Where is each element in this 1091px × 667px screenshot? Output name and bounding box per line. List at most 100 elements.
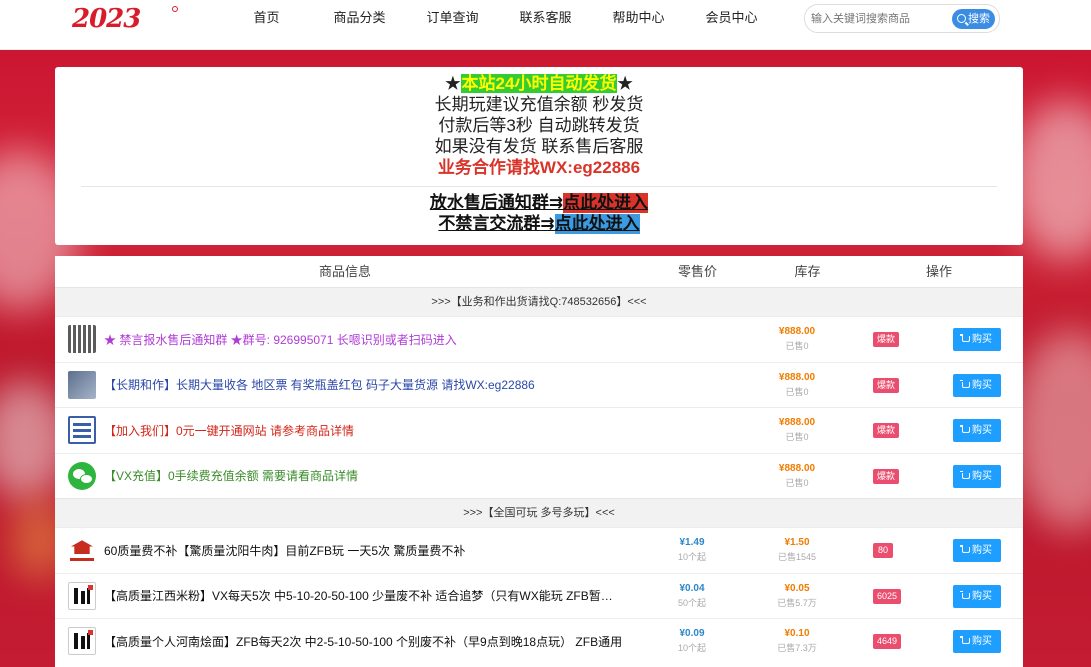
- nav-help-center[interactable]: 帮助中心: [592, 0, 685, 36]
- min-quantity: 10个起: [677, 643, 706, 653]
- min-quantity: 10个起: [677, 552, 706, 562]
- table-row: ★ 禁言报水售后通知群 ★群号: 926995071 长嗯识别或者扫码进入 ¥8…: [55, 316, 1023, 362]
- table-row: 【VX充值】0手续费充值余额 需要请看商品详情 ¥888.00 已售0 爆款 购买: [55, 452, 1023, 499]
- search-button[interactable]: 搜索: [952, 9, 995, 29]
- product-price: ¥888.00 已售0: [755, 462, 839, 490]
- buy-button[interactable]: 购买: [953, 539, 1001, 562]
- unit-price-value: ¥0.04: [679, 582, 705, 594]
- product-price: ¥888.00 已售0: [755, 325, 839, 353]
- cart-icon: [960, 545, 970, 553]
- table-row: 60质量费不补【驚质量沈阳牛肉】目前ZFB玩 一天5次 驚质量费不补 ¥1.49…: [55, 527, 1023, 573]
- section-business: >>>【业务和作出货请找Q:748532656】<<<: [55, 287, 1023, 316]
- unit-price-value: ¥0.09: [679, 628, 705, 639]
- cart-icon: [960, 470, 970, 479]
- search-icon: [957, 14, 966, 23]
- sold-count: 已售1545: [777, 552, 817, 562]
- unit-price: ¥0.04 50个起: [667, 582, 717, 610]
- stock-badge: 6025: [873, 588, 902, 604]
- product-title[interactable]: 60质量费不补【驚质量沈阳牛肉】目前ZFB玩 一天5次 驚质量费不补: [104, 542, 624, 559]
- search-box: 搜索: [804, 4, 1000, 33]
- table-row: 【长期和作】长期大量收各 地区票 有奖瓶盖红包 码子大量货源 请找WX:eg22…: [55, 361, 1023, 408]
- buy-button[interactable]: 购买: [953, 464, 1001, 488]
- nav-categories[interactable]: 商品分类: [313, 0, 406, 36]
- stock-badge: 爆款: [873, 377, 900, 393]
- qrcode-icon: [68, 325, 96, 354]
- unit-price-value: ¥1.49: [679, 537, 705, 548]
- table-row: 【高质量江西米粉】VX每天5次 中5-10-20-50-100 少量废不补 适合…: [55, 572, 1023, 619]
- notice-line-contact: 如果没有发货 联系售后客服: [434, 137, 644, 156]
- buy-label: 购买: [972, 590, 992, 602]
- nav-home[interactable]: 首页: [220, 0, 313, 36]
- table-row: 【加入我们】0元一键开通网站 请参考商品详情 ¥888.00 已售0 爆款 购买: [55, 407, 1023, 453]
- unit-price: ¥0.09 10个起: [667, 627, 717, 655]
- product-price: ¥0.10 已售7.3万: [755, 627, 839, 655]
- notice-line-business: 业务合作请找WX:eg22886: [437, 158, 641, 177]
- buy-label: 购买: [972, 379, 992, 391]
- product-table: 商品信息 零售价 库存 操作 >>>【业务和作出货请找Q:748532656】<…: [55, 256, 1023, 667]
- buy-button[interactable]: 购买: [953, 584, 1001, 608]
- buy-button[interactable]: 购买: [953, 630, 1001, 653]
- jiangxi-logo-icon: [68, 581, 96, 610]
- stock-badge: 爆款: [873, 423, 900, 438]
- section-national: >>>【全国可玩 多号多玩】<<<: [55, 498, 1023, 527]
- product-title[interactable]: ★ 禁言报水售后通知群 ★群号: 926995071 长嗯识别或者扫码进入: [104, 331, 624, 348]
- notice-panel: ★本站24小时自动发货★ 长期玩建议充值余额 秒发货 付款后等3秒 自动跳转发货…: [55, 67, 1023, 245]
- buy-label: 购买: [972, 334, 992, 345]
- header-price: 零售价: [677, 264, 717, 279]
- stock-badge: 4649: [873, 634, 902, 649]
- buy-button[interactable]: 购买: [953, 328, 1001, 351]
- header-stock: 库存: [794, 264, 821, 279]
- buy-label: 购买: [972, 636, 992, 647]
- chat-group-link[interactable]: 点此处进入: [554, 214, 640, 234]
- cart-icon: [960, 636, 970, 644]
- product-title[interactable]: 【长期和作】长期大量收各 地区票 有奖瓶盖红包 码子大量货源 请找WX:eg22…: [104, 376, 624, 393]
- table-row: 【高质量个人河南烩面】ZFB每天2次 中2-5-10-50-100 个别废不补（…: [55, 618, 1023, 664]
- product-title[interactable]: 【加入我们】0元一键开通网站 请参考商品详情: [104, 422, 624, 439]
- header-info: 商品信息: [318, 264, 371, 279]
- notice-headline: ★本站24小时自动发货★: [55, 73, 1023, 94]
- buy-label: 购买: [972, 470, 992, 482]
- sold-count: 已售0: [785, 477, 809, 488]
- unit-price: ¥1.49 10个起: [667, 536, 717, 564]
- search-button-label: 搜索: [968, 13, 990, 25]
- notice-divider: [81, 186, 997, 187]
- product-title[interactable]: 【高质量江西米粉】VX每天5次 中5-10-20-50-100 少量废不补 适合…: [104, 587, 624, 604]
- cart-icon: [960, 590, 970, 599]
- star-suffix: ★: [617, 74, 633, 93]
- join-us-icon: [68, 416, 96, 445]
- chat-group-text: 不禁言交流群⇉: [438, 214, 555, 234]
- henan-logo-icon: [68, 627, 96, 656]
- notify-group-line: 放水售后通知群⇉点此处进入: [55, 193, 1023, 214]
- price-value: ¥888.00: [778, 462, 816, 474]
- cart-icon: [960, 334, 970, 342]
- buy-button[interactable]: 购买: [953, 373, 1001, 397]
- notice-line-recharge: 长期玩建议充值余额 秒发货: [434, 95, 644, 114]
- handshake-icon: [68, 370, 96, 399]
- price-value: ¥0.10: [784, 628, 810, 639]
- stock-badge: 爆款: [873, 468, 900, 484]
- search-input[interactable]: [811, 9, 951, 29]
- sold-count: 已售0: [785, 432, 809, 442]
- product-price: ¥0.05 已售5.7万: [755, 582, 839, 610]
- buy-label: 购买: [972, 545, 992, 556]
- nav-member-center[interactable]: 会员中心: [685, 0, 778, 36]
- buy-button[interactable]: 购买: [953, 419, 1001, 442]
- product-title[interactable]: 【VX充值】0手续费充值余额 需要请看商品详情: [104, 467, 624, 484]
- main-nav: 首页 商品分类 订单查询 联系客服 帮助中心 会员中心: [220, 0, 778, 36]
- logo-text: 2023: [72, 4, 141, 34]
- product-price: ¥888.00 已售0: [755, 371, 839, 399]
- buy-label: 购买: [972, 425, 992, 436]
- shop-logo-icon: [68, 536, 96, 565]
- product-title[interactable]: 【高质量个人河南烩面】ZFB每天2次 中2-5-10-50-100 个别废不补（…: [104, 633, 624, 650]
- site-logo[interactable]: 2023: [72, 4, 178, 34]
- nav-contact-service[interactable]: 联系客服: [499, 0, 592, 36]
- notify-group-link[interactable]: 点此处进入: [563, 193, 649, 213]
- site-header: 2023 首页 商品分类 订单查询 联系客服 帮助中心 会员中心 搜索: [0, 0, 1091, 50]
- notice-line-wait: 付款后等3秒 自动跳转发货: [438, 116, 640, 135]
- nav-order-query[interactable]: 订单查询: [406, 0, 499, 36]
- registered-mark-icon: [172, 6, 178, 12]
- header-op: 操作: [925, 264, 952, 279]
- notify-group-text: 放水售后通知群⇉: [429, 193, 564, 213]
- price-value: ¥0.05: [784, 582, 810, 594]
- sold-count: 已售7.3万: [777, 643, 817, 653]
